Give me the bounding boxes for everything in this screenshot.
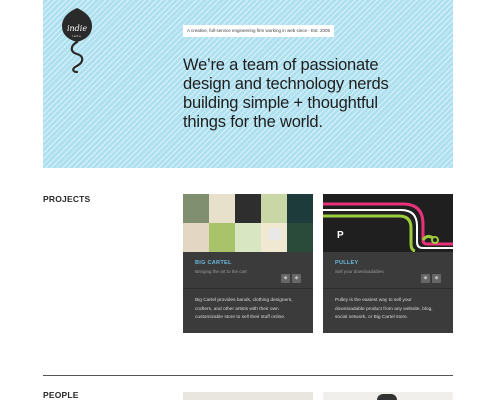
people-section-title: PEOPLE bbox=[43, 390, 79, 400]
logo-shape-icon bbox=[62, 8, 92, 74]
logo-subtext: labs bbox=[72, 34, 82, 38]
collage-tile bbox=[183, 194, 209, 223]
collage-tile bbox=[209, 223, 235, 252]
tagline-badge: A creative, full-service engineering fir… bbox=[183, 25, 335, 37]
logo-wordmark: indie bbox=[66, 24, 88, 33]
collage-tile bbox=[287, 194, 313, 223]
project-card-pulley[interactable]: P PULLEY Sell your downloadables ◆ ◆ Pull… bbox=[323, 194, 453, 333]
collage-tile bbox=[287, 223, 313, 252]
section-divider bbox=[43, 375, 453, 376]
collage-tile bbox=[209, 194, 235, 223]
share-icon[interactable]: ◆ bbox=[292, 274, 301, 283]
people-thumbnail[interactable] bbox=[183, 392, 313, 400]
collage-tile bbox=[183, 223, 209, 252]
collage-tile bbox=[261, 194, 287, 223]
headline-line: design and technology nerds bbox=[183, 75, 389, 93]
headline-line: We’re a team of passionate bbox=[183, 56, 379, 74]
projects-section-title: PROJECTS bbox=[43, 194, 91, 204]
link-icon[interactable]: ◆ bbox=[421, 274, 430, 283]
collage-tile bbox=[269, 228, 281, 240]
project-description: Big Cartel provides bands, clothing desi… bbox=[195, 298, 293, 320]
project-info: BIG CARTEL Bringing the art to the cart … bbox=[183, 252, 313, 288]
headline-line: building simple + thoughtful bbox=[183, 94, 378, 112]
project-icons: ◆ ◆ bbox=[419, 266, 441, 284]
project-card-big-cartel[interactable]: BIG CARTEL Bringing the art to the cart … bbox=[183, 194, 313, 333]
project-info: PULLEY Sell your downloadables ◆ ◆ bbox=[323, 252, 453, 288]
collage-tile bbox=[235, 194, 261, 223]
pulley-logo-icon: P bbox=[337, 230, 344, 241]
people-thumbnail[interactable] bbox=[323, 392, 453, 400]
share-icon[interactable]: ◆ bbox=[432, 274, 441, 283]
collage-tile bbox=[235, 223, 261, 252]
pulley-thumbnail[interactable]: P bbox=[323, 194, 453, 252]
project-description: Pulley is the easiest way to sell your d… bbox=[335, 298, 433, 320]
link-icon[interactable]: ◆ bbox=[281, 274, 290, 283]
pulley-stripes-icon bbox=[323, 202, 453, 252]
project-icons: ◆ ◆ bbox=[279, 266, 301, 284]
headline-line: things for the world. bbox=[183, 113, 323, 131]
hero-headline: We’re a team of passionate design and te… bbox=[183, 56, 445, 132]
big-cartel-thumbnail[interactable] bbox=[183, 194, 313, 252]
person-photo-icon bbox=[377, 394, 397, 400]
indie-labs-logo[interactable]: indie labs bbox=[58, 6, 96, 74]
hero-banner: indie labs A creative, full-service engi… bbox=[43, 0, 453, 168]
